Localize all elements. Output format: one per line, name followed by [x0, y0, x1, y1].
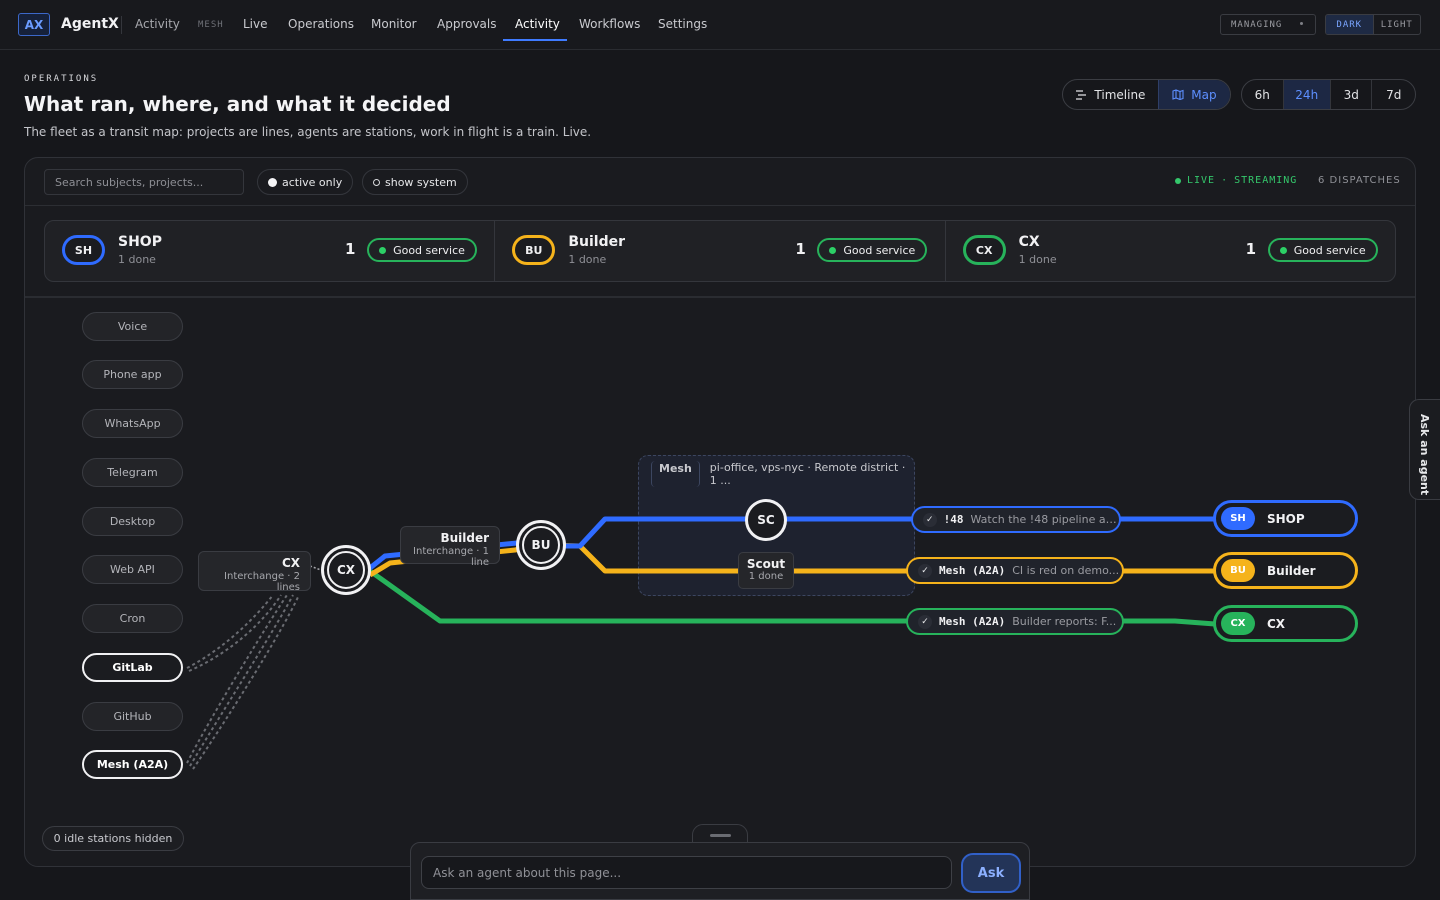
managing-label: MANAGING — [1231, 19, 1283, 30]
connector-mesh — [186, 594, 288, 764]
station-meta: 1 done — [748, 571, 784, 582]
nav-activity-context[interactable]: Activity — [135, 17, 180, 31]
interchange-meta: Interchange · 2 lines — [224, 571, 300, 593]
timeline-label: Timeline — [1094, 87, 1146, 102]
ask-agent-tab-label: Ask an agent — [1418, 414, 1431, 496]
scout-station-label[interactable]: Scout 1 done — [738, 552, 794, 589]
view-toggle[interactable]: Timeline Map — [1062, 79, 1231, 110]
time-range-toggle[interactable]: 6h 24h 3d 7d — [1241, 79, 1416, 110]
dash-cx-station — [309, 565, 322, 571]
train-cx[interactable]: ✓ Mesh (A2A) Builder reports: F... — [906, 608, 1124, 635]
nav-monitor[interactable]: Monitor — [371, 17, 417, 31]
brand-divider — [121, 16, 122, 34]
map-view-button[interactable]: Map — [1157, 80, 1230, 109]
train-text: Watch the !48 pipeline an... — [970, 513, 1120, 526]
ask-agent-side-tab[interactable]: Ask an agent — [1409, 399, 1440, 500]
nav-workflows[interactable]: Workflows — [579, 17, 640, 31]
timeline-view-button[interactable]: Timeline — [1063, 80, 1158, 109]
top-navigation: AX AgentX Activity MESH Live Operations … — [0, 0, 1440, 50]
sc-station[interactable]: SC — [745, 499, 787, 541]
interchange-meta: Interchange · 1 line — [413, 546, 489, 568]
hub-label: BU — [531, 538, 551, 552]
theme-dark-option[interactable]: DARK — [1326, 15, 1374, 34]
terminal-shop[interactable]: SH SHOP — [1213, 500, 1358, 537]
source-desktop[interactable]: Desktop — [82, 507, 183, 536]
terminal-badge: CX — [1221, 612, 1255, 635]
connector-gitlab — [186, 594, 274, 669]
cx-interchange[interactable]: CX Interchange · 2 lines — [198, 551, 311, 593]
source-github[interactable]: GitHub — [82, 702, 183, 731]
train-builder[interactable]: ✓ Mesh (A2A) CI is red on demo... — [906, 557, 1124, 584]
app-logo-badge[interactable]: AX — [18, 13, 50, 36]
interchange-name: CX — [281, 556, 300, 570]
range-24h[interactable]: 24h — [1283, 80, 1331, 109]
source-voice[interactable]: Voice — [82, 312, 183, 341]
connector-gitlab-alt — [188, 594, 282, 672]
bu-hub-station[interactable]: BU — [516, 520, 566, 570]
terminal-name: Builder — [1267, 563, 1316, 578]
theme-light-option[interactable]: LIGHT — [1374, 15, 1421, 34]
terminal-badge: SH — [1221, 507, 1255, 530]
page-eyebrow: OPERATIONS — [24, 74, 99, 84]
transit-map-panel: active only show system LIVE · STREAMING… — [24, 157, 1416, 867]
idle-stations-hidden[interactable]: 0 idle stations hidden — [42, 826, 184, 851]
check-icon: ✓ — [918, 614, 932, 629]
map-label: Map — [1191, 87, 1217, 102]
nav-settings[interactable]: Settings — [658, 17, 707, 31]
train-text: Builder reports: F... — [1012, 615, 1117, 628]
page-subtitle: The fleet as a transit map: projects are… — [24, 125, 592, 139]
train-label: Mesh (A2A) — [939, 615, 1006, 628]
station-name: Scout — [746, 557, 786, 571]
terminal-badge: BU — [1221, 559, 1255, 582]
cx-hub-station[interactable]: CX — [321, 545, 371, 595]
source-connectors — [186, 594, 300, 770]
app-name[interactable]: AgentX — [61, 16, 119, 32]
hub-label: CX — [336, 563, 356, 577]
connector-mesh-alt2 — [192, 594, 300, 770]
nav-activity[interactable]: Activity — [515, 17, 560, 31]
nav-live[interactable]: Live — [243, 17, 268, 31]
ask-button[interactable]: Ask — [961, 853, 1021, 893]
range-7d[interactable]: 7d — [1372, 80, 1415, 109]
nav-mesh-label: MESH — [198, 20, 224, 30]
source-gitlab[interactable]: GitLab — [82, 653, 183, 682]
theme-toggle[interactable]: DARK LIGHT — [1325, 14, 1421, 35]
map-icon — [1172, 89, 1184, 100]
train-shop[interactable]: ✓ !48 Watch the !48 pipeline an... — [911, 506, 1121, 533]
train-label: !48 — [943, 513, 964, 526]
builder-interchange[interactable]: Builder Interchange · 1 line — [400, 526, 500, 568]
connector-mesh-alt — [189, 594, 294, 767]
terminal-name: CX — [1267, 616, 1286, 631]
train-text: CI is red on demo... — [1012, 564, 1120, 577]
source-phone-app[interactable]: Phone app — [82, 360, 183, 389]
source-telegram[interactable]: Telegram — [82, 458, 183, 487]
interchange-name: Builder — [440, 531, 489, 545]
transit-lines-svg — [186, 516, 1216, 770]
terminal-cx[interactable]: CX CX — [1213, 605, 1358, 642]
source-web-api[interactable]: Web API — [82, 555, 183, 584]
check-icon: ✓ — [923, 512, 937, 527]
source-whatsapp[interactable]: WhatsApp — [82, 409, 183, 438]
train-label: Mesh (A2A) — [939, 564, 1006, 577]
source-cron[interactable]: Cron — [82, 604, 183, 633]
range-3d[interactable]: 3d — [1331, 80, 1373, 109]
timeline-icon — [1076, 89, 1087, 100]
ask-agent-input[interactable] — [421, 856, 952, 889]
active-nav-indicator — [503, 39, 567, 41]
range-6h[interactable]: 6h — [1242, 80, 1284, 109]
nav-operations[interactable]: Operations — [288, 17, 354, 31]
check-icon: ✓ — [918, 563, 932, 578]
chevron-down-icon — [1300, 22, 1303, 25]
ask-agent-composer: Ask — [410, 842, 1030, 900]
nav-approvals[interactable]: Approvals — [437, 17, 497, 31]
source-mesh-a2a[interactable]: Mesh (A2A) — [82, 750, 183, 779]
terminal-builder[interactable]: BU Builder — [1213, 552, 1358, 589]
terminal-name: SHOP — [1267, 511, 1305, 526]
managing-dropdown[interactable]: MANAGING — [1220, 14, 1316, 35]
page-title: What ran, where, and what it decided — [24, 92, 451, 116]
